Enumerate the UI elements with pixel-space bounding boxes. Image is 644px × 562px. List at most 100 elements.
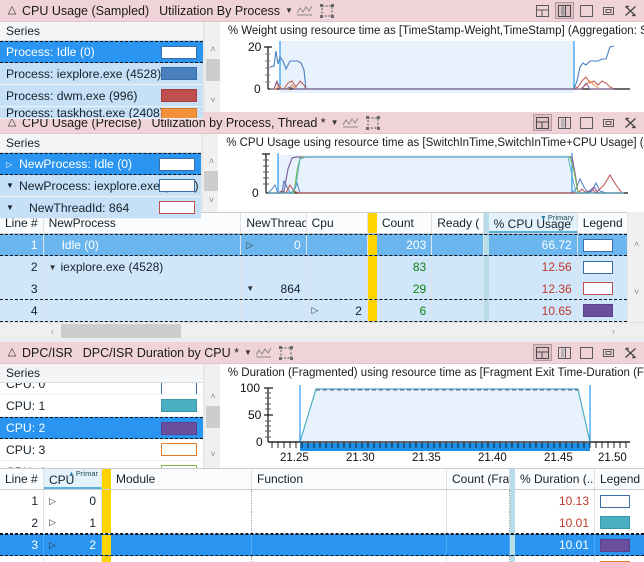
expander-icon[interactable]: ▷: [49, 496, 56, 507]
marquee-select-icon[interactable]: [276, 344, 296, 362]
plot-pane-precise[interactable]: % CPU Usage using resource time as [Swit…: [218, 134, 644, 212]
plot-caption-sampled: % Weight using resource time as [TimeSta…: [227, 25, 644, 37]
scroll-down-arrow-icon[interactable]: ˅: [628, 284, 644, 300]
expander-icon[interactable]: ▷: [246, 240, 253, 251]
series-scrollbar-precise[interactable]: ˄ ˅: [202, 134, 220, 212]
expander-icon[interactable]: ▷: [49, 540, 56, 551]
series-row-taskhost[interactable]: Process: taskhost.exe (2408): [0, 107, 203, 119]
table-row[interactable]: 3 ▷ 2 10.01: [0, 534, 644, 556]
hscroll-thumb[interactable]: [61, 323, 181, 338]
series-row-newprocess-idle[interactable]: ▷ NewProcess: Idle (0): [0, 153, 202, 175]
scroll-thumb[interactable]: [205, 406, 221, 428]
panel-title-bar-sampled[interactable]: △ CPU Usage (Sampled) Utilization By Pro…: [0, 0, 644, 22]
line-graph-icon[interactable]: [295, 2, 315, 20]
series-row-newprocess-iexplore[interactable]: ▼ NewProcess: iexplore.exe (4528): [0, 175, 202, 197]
col-header-count[interactable]: Count: [377, 213, 433, 233]
view-side-by-side-icon[interactable]: [555, 114, 574, 131]
col-header-ready[interactable]: Ready (: [432, 213, 484, 233]
series-scrollbar-dpcisr[interactable]: ˄ ˅: [203, 364, 221, 468]
table-row[interactable]: 1 Idle (0) ▷ 0 203 66.72: [0, 234, 628, 256]
view-close-icon[interactable]: [621, 2, 640, 19]
cell-module: [111, 556, 252, 562]
col-header-legend[interactable]: Legend: [578, 213, 627, 233]
collapse-chevron-icon[interactable]: △: [6, 5, 18, 16]
series-scrollbar-sampled[interactable]: ˄ ˅: [203, 22, 221, 112]
series-row-dwm[interactable]: Process: dwm.exe (996): [0, 85, 203, 107]
col-header-cpu[interactable]: Cpu: [307, 213, 368, 233]
preset-dropdown-caret-icon[interactable]: ▼: [331, 118, 339, 127]
series-row-cpu-0[interactable]: CPU: 0: [0, 383, 203, 395]
marquee-select-icon[interactable]: [363, 114, 383, 132]
plot-pane-sampled[interactable]: % Weight using resource time as [TimeSta…: [219, 22, 644, 112]
col-header-legend[interactable]: Legend: [595, 469, 644, 489]
series-row-iexplore[interactable]: Process: iexplore.exe (4528): [0, 63, 203, 85]
series-row-cpu-4[interactable]: CPU: 4: [0, 461, 203, 468]
view-minimize-icon[interactable]: [599, 114, 618, 131]
expander-icon[interactable]: ▷: [6, 160, 19, 169]
view-graph-and-table-icon[interactable]: [533, 2, 552, 19]
gold-column-divider[interactable]: [367, 213, 377, 233]
table-row[interactable]: 2 ▼ iexplore.exe (4528) 83 12.56: [0, 256, 628, 278]
collapse-chevron-icon[interactable]: △: [6, 347, 18, 358]
scroll-right-arrow-icon[interactable]: ›: [605, 326, 622, 336]
hscroll-track[interactable]: [61, 323, 605, 339]
view-close-icon[interactable]: [621, 114, 640, 131]
view-minimize-icon[interactable]: [599, 344, 618, 361]
view-graph-and-table-icon[interactable]: [533, 114, 552, 131]
col-header-line-number[interactable]: Line #: [0, 469, 44, 489]
marquee-select-icon[interactable]: [317, 2, 337, 20]
col-header-newthreadid[interactable]: NewThreadId: [241, 213, 307, 233]
scroll-thumb[interactable]: [204, 171, 220, 191]
view-side-by-side-icon[interactable]: [555, 2, 574, 19]
view-table-only-icon[interactable]: [577, 114, 596, 131]
expander-icon[interactable]: ▼: [6, 181, 19, 190]
view-close-icon[interactable]: [621, 344, 640, 361]
plot-chart-precise[interactable]: 0: [218, 149, 632, 207]
preset-dropdown-caret-icon[interactable]: ▼: [285, 6, 293, 15]
view-table-only-icon[interactable]: [577, 2, 596, 19]
col-header-newprocess[interactable]: NewProcess: [44, 213, 242, 233]
table-row[interactable]: 4 ▷3 10.01: [0, 556, 644, 562]
expander-icon[interactable]: ▼: [246, 284, 254, 293]
table-hscroll-precise[interactable]: ‹ ›: [0, 322, 644, 338]
line-graph-icon[interactable]: [254, 344, 274, 362]
preset-label-dpcisr[interactable]: DPC/ISR Duration by CPU *: [83, 346, 239, 360]
series-row-cpu-1[interactable]: CPU: 1: [0, 395, 203, 417]
view-graph-and-table-icon[interactable]: [533, 344, 552, 361]
series-row-cpu-2[interactable]: CPU: 2: [0, 417, 203, 439]
table-row[interactable]: 4 ▷ 2 6 10.65: [0, 300, 628, 322]
view-side-by-side-icon[interactable]: [555, 344, 574, 361]
series-row-idle[interactable]: Process: Idle (0): [0, 41, 203, 63]
expander-icon[interactable]: ▷: [49, 517, 56, 528]
col-header-duration[interactable]: % Duration (...: [515, 469, 595, 489]
gold-column-divider[interactable]: [102, 469, 111, 489]
col-header-cpu[interactable]: CPU ▲Primar: [44, 469, 102, 489]
view-table-only-icon[interactable]: [577, 344, 596, 361]
line-graph-icon[interactable]: [341, 114, 361, 132]
view-minimize-icon[interactable]: [599, 2, 618, 19]
expander-icon[interactable]: ▷: [312, 305, 319, 316]
cell-legend: [578, 278, 628, 299]
y-tick-20: 20: [248, 40, 262, 54]
col-header-count[interactable]: Count (Fra: [447, 469, 510, 489]
col-header-line-number[interactable]: Line #: [0, 213, 44, 233]
table-row[interactable]: 1 ▷ 0 10.13: [0, 490, 644, 512]
preset-dropdown-caret-icon[interactable]: ▼: [244, 348, 252, 357]
col-header-module[interactable]: Module: [111, 469, 252, 489]
expander-icon[interactable]: ▼: [49, 263, 57, 272]
panel-title-bar-dpcisr[interactable]: △ DPC/ISR DPC/ISR Duration by CPU * ▼: [0, 342, 644, 364]
preset-label-sampled[interactable]: Utilization By Process: [159, 4, 280, 18]
scroll-thumb[interactable]: [205, 59, 221, 81]
col-header-function[interactable]: Function: [252, 469, 447, 489]
expander-icon[interactable]: ▼: [6, 203, 19, 212]
table-scrollbar-precise[interactable]: ˄ ˅: [627, 212, 644, 322]
col-header-cpu-usage[interactable]: % CPU Usage ▼Primary: [488, 213, 578, 233]
table-row[interactable]: 3 ▼ 864 29 12.36: [0, 278, 628, 300]
plot-chart-sampled[interactable]: 20 0: [220, 37, 634, 105]
plot-pane-dpcisr[interactable]: % Duration (Fragmented) using resource t…: [219, 364, 644, 468]
series-row-cpu-3[interactable]: CPU: 3: [0, 439, 203, 461]
table-row[interactable]: 2 ▷ 1 10.01: [0, 512, 644, 534]
scroll-up-arrow-icon[interactable]: ˄: [628, 236, 644, 252]
plot-chart-dpcisr[interactable]: 100 50 0 21.25 21.30 21.35 21.40 21.45 2…: [220, 379, 634, 464]
scroll-left-arrow-icon[interactable]: ‹: [44, 326, 61, 336]
